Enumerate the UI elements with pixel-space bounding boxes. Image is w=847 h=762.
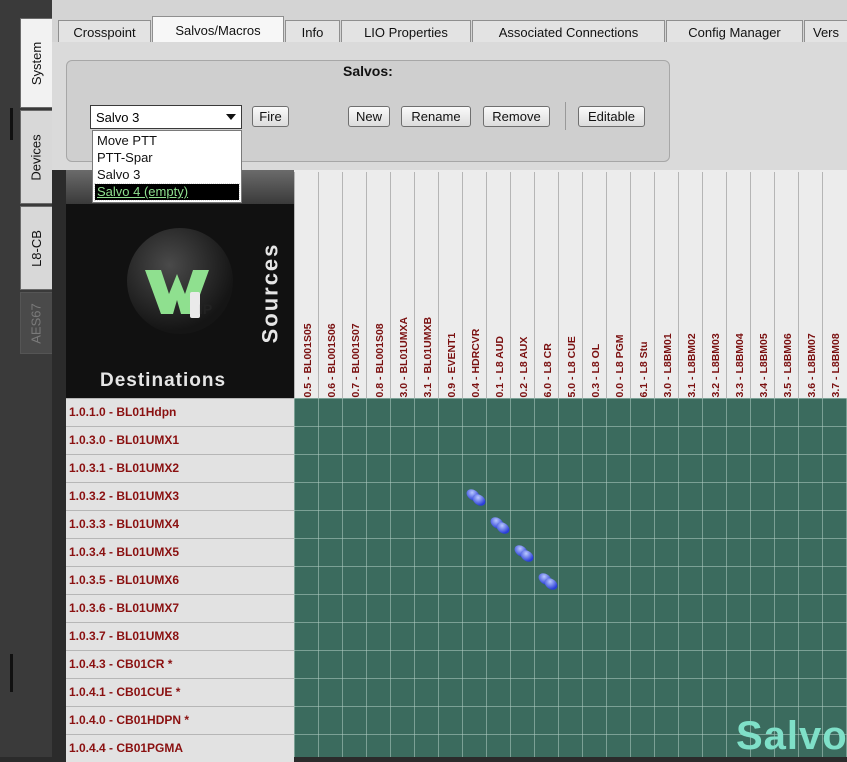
destination-row[interactable]: 1.0.3.4 - BL01UMX5 [66,538,294,566]
source-column-label: 1.1.0.0 - L8 PGM [614,334,626,415]
fire-button[interactable]: Fire [252,106,289,127]
dropdown-option-highlighted[interactable]: Salvo 4 (empty) [94,183,240,201]
source-column-header[interactable]: 1.0.0.8 - BL001S08 [366,172,390,415]
source-column-header[interactable]: 1.1.3.0 - L8BM01 [654,172,678,415]
vtab-l8-cb[interactable]: L8-CB [20,206,52,290]
destination-row[interactable]: 1.0.3.0 - BL01UMX1 [66,426,294,454]
destination-row[interactable]: 1.0.3.6 - BL01UMX7 [66,594,294,622]
source-column-label: 1.1.3.1 - L8BM02 [686,333,698,415]
source-column-header[interactable]: 1.1.0.3 - L8 OL [582,172,606,415]
logo-w-icon: IP [145,270,212,318]
salvo-select[interactable]: Salvo 3 [90,105,242,129]
sources-label-text: Sources [257,242,283,344]
button-separator [565,102,566,130]
source-column-label: 1.1.3.0 - L8BM01 [662,333,674,415]
source-column-header[interactable]: 1.1.0.1 - L8 AUD [486,172,510,415]
destination-row[interactable]: 1.0.3.3 - BL01UMX4 [66,510,294,538]
destination-row[interactable]: 1.0.4.3 - CB01CR * [66,650,294,678]
source-column-header[interactable]: 1.0.0.9 - EVENT1 [438,172,462,415]
vtab-aes67: AES67 [20,292,52,354]
source-column-label: 1.0.0.6 - BL001S06 [326,323,338,415]
source-column-label: 1.1.3.6 - L8BM07 [806,333,818,415]
tab-config-manager[interactable]: Config Manager [666,20,803,43]
source-column-label: 1.0.0.9 - EVENT1 [446,332,458,415]
source-column-header[interactable]: 1.0.0.6 - BL001S06 [318,172,342,415]
tab-version[interactable]: Vers [804,20,847,43]
destination-row[interactable]: 1.0.4.4 - CB01PGMA [66,734,294,762]
destination-row[interactable]: 1.0.3.2 - BL01UMX3 [66,482,294,510]
salvo-select-value: Salvo 3 [96,110,140,125]
source-column-label: 1.1.3.2 - L8BM03 [710,333,722,415]
source-column-header[interactable]: 1.1.3.4 - L8BM05 [750,172,774,415]
wheatnet-logo: IP [127,228,233,334]
source-column-header[interactable]: 1.0.0.4 - HDRCVR [462,172,486,415]
source-column-label: 1.1.3.3 - L8BM04 [734,333,746,415]
new-button[interactable]: New [348,106,390,127]
source-column-label: 1.1.6.0 - L8 CR [542,343,554,415]
tab-associated-connections[interactable]: Associated Connections [472,20,665,43]
source-column-header[interactable]: 1.1.6.1 - L8 Stu [630,172,654,415]
destination-row[interactable]: 1.0.3.1 - BL01UMX2 [66,454,294,482]
source-column-header[interactable]: 1.1.0.0 - L8 PGM [606,172,630,415]
source-column-label: 1.1.0.1 - L8 AUD [494,336,506,415]
source-column-label: 1.0.3.0 - BL01UMXA [398,316,410,415]
source-column-label: 1.1.5.0 - L8 CUE [566,336,578,415]
tab-crosspoint[interactable]: Crosspoint [58,20,151,43]
tab-salvos-macros[interactable]: Salvos/Macros [152,16,284,43]
source-column-header[interactable]: 1.1.6.0 - L8 CR [534,172,558,415]
destination-row[interactable]: 1.0.4.1 - CB01CUE * [66,678,294,706]
dropdown-option[interactable]: Move PTT [95,133,239,149]
source-column-header[interactable]: 1.1.3.7 - L8BM08 [822,172,846,415]
tab-info[interactable]: Info [285,20,340,43]
source-column-label: 1.0.0.5 - BL001S05 [302,323,314,415]
edge-marker [10,654,13,692]
vtab-l8-cb-label: L8-CB [29,229,45,267]
source-column-label: 1.0.3.1 - BL01UMXB [422,316,434,415]
source-column-label: 1.1.3.7 - L8BM08 [830,333,842,415]
crosspoint-grid[interactable] [294,398,847,757]
source-column-label: 1.1.6.1 - L8 Stu [638,341,650,415]
source-column-label: 1.0.0.7 - BL001S07 [350,323,362,415]
edge-marker [10,108,13,140]
source-column-header[interactable]: 1.1.0.2 - L8 AUX [510,172,534,415]
tab-lio-properties[interactable]: LIO Properties [341,20,471,43]
source-column-header[interactable]: 1.0.3.0 - BL01UMXA [390,172,414,415]
destination-row[interactable]: 1.0.1.0 - BL01Hdpn [66,398,294,426]
source-column-label: 1.1.3.5 - L8BM06 [782,333,794,415]
destination-row[interactable]: 1.0.3.7 - BL01UMX8 [66,622,294,650]
svg-text:IP: IP [199,301,212,317]
vtab-aes67-label: AES67 [29,302,45,344]
vtab-system-label: System [29,41,44,85]
salvo-watermark: Salvo [736,714,847,758]
source-column-header[interactable]: 1.1.3.6 - L8BM07 [798,172,822,415]
destination-row[interactable]: 1.0.4.0 - CB01HDPN * [66,706,294,734]
rename-button[interactable]: Rename [401,106,471,127]
source-column-header[interactable]: 1.1.3.1 - L8BM02 [678,172,702,415]
source-column-header[interactable]: 1.0.0.5 - BL001S05 [294,172,318,415]
destinations-label: Destinations [100,370,227,391]
destination-row[interactable]: 1.0.3.5 - BL01UMX6 [66,566,294,594]
source-column-label: 1.1.0.2 - L8 AUX [518,336,530,415]
salvos-title: Salvos: [343,63,393,79]
source-column-header[interactable]: 1.1.3.2 - L8BM03 [702,172,726,415]
dropdown-option[interactable]: PTT-Spar [95,150,239,166]
dropdown-option[interactable]: Salvo 3 [95,167,239,183]
sources-label: Sources [256,240,296,350]
source-column-header[interactable]: 1.1.3.3 - L8BM04 [726,172,750,415]
source-column-label: 1.1.3.4 - L8BM05 [758,333,770,415]
vtab-system[interactable]: System [20,18,52,108]
vtab-devices-label: Devices [29,133,44,181]
chevron-down-icon[interactable] [226,114,236,120]
source-column-label: 1.0.0.8 - BL001S08 [374,323,386,415]
source-column-label: 1.0.0.4 - HDRCVR [470,328,482,415]
editable-button[interactable]: Editable [578,106,645,127]
source-column-header[interactable]: 1.0.3.1 - BL01UMXB [414,172,438,415]
source-column-header[interactable]: 1.0.0.7 - BL001S07 [342,172,366,415]
source-column-label: 1.1.0.3 - L8 OL [590,343,602,415]
source-column-header[interactable]: 1.1.3.5 - L8BM06 [774,172,798,415]
remove-button[interactable]: Remove [483,106,550,127]
salvo-dropdown-list: Move PTT PTT-Spar Salvo 3 Salvo 4 (empty… [92,130,242,203]
source-column-header[interactable]: 1.1.5.0 - L8 CUE [558,172,582,415]
vtab-devices[interactable]: Devices [20,110,52,204]
